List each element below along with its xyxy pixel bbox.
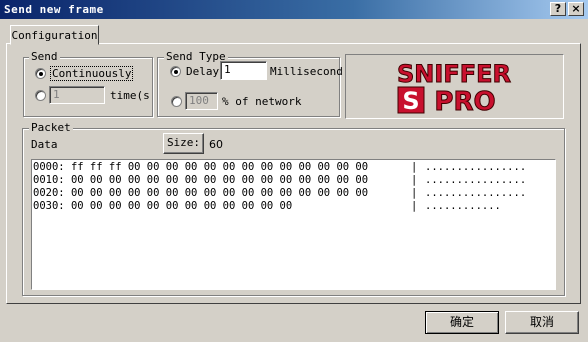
- size-button[interactable]: Size:: [163, 133, 204, 154]
- logo-line1: SNIFFER: [397, 60, 511, 88]
- hex-separator: |: [411, 161, 418, 173]
- help-button[interactable]: ?: [550, 2, 566, 16]
- window-title: Send new frame: [4, 3, 104, 16]
- hex-bytes: 00 00 00 00 00 00 00 00 00 00 00 00 00 0…: [70, 174, 369, 186]
- delay-label: Delay: [186, 65, 220, 78]
- logo-pro: PRO: [434, 87, 495, 117]
- delay-input[interactable]: 1: [220, 61, 267, 80]
- continuously-label[interactable]: Continuously: [50, 66, 134, 81]
- sniffer-pro-logo: SNIFFER S PRO: [345, 54, 564, 119]
- hex-bytes: 00 00 00 00 00 00 00 00 00 00 00 00 00 0…: [70, 187, 369, 199]
- delay-unit-label: Millisecond: [270, 65, 343, 78]
- logo-graphic: SNIFFER S PRO: [397, 60, 512, 118]
- percent-radio[interactable]: [171, 96, 182, 107]
- hex-row[interactable]: 0010: 00 00 00 00 00 00 00 00 00 00 00 0…: [32, 174, 555, 187]
- data-label: Data: [31, 138, 58, 151]
- packet-legend: Packet: [29, 121, 73, 134]
- hex-offset: 0000:: [33, 161, 65, 173]
- send-type-legend: Send Type: [164, 50, 228, 63]
- hex-offset: 0010:: [33, 174, 65, 186]
- hex-ascii: ................: [425, 161, 527, 173]
- times-radio[interactable]: [35, 90, 46, 101]
- delay-radio[interactable]: [170, 66, 181, 77]
- hex-offset: 0030:: [33, 200, 65, 212]
- hex-editor[interactable]: 0000: ff ff ff 00 00 00 00 00 00 00 00 0…: [31, 159, 556, 290]
- continuously-radio[interactable]: [35, 68, 46, 79]
- hex-ascii: ............: [425, 200, 501, 212]
- tab-configuration[interactable]: Configuration: [10, 25, 99, 45]
- ok-button[interactable]: 确定: [425, 311, 499, 334]
- hex-row[interactable]: 0030: 00 00 00 00 00 00 00 00 00 00 00 0…: [32, 200, 555, 213]
- hex-separator: |: [411, 200, 418, 212]
- times-label: time(s: [110, 89, 150, 102]
- percent-label: % of network: [222, 95, 302, 108]
- logo-s: S: [402, 87, 419, 115]
- hex-row[interactable]: 0020: 00 00 00 00 00 00 00 00 00 00 00 0…: [32, 187, 555, 200]
- hex-bytes: ff ff ff 00 00 00 00 00 00 00 00 00 00 0…: [70, 161, 369, 173]
- hex-separator: |: [411, 187, 418, 199]
- size-value: 60: [209, 138, 223, 151]
- percent-input[interactable]: 100: [185, 92, 218, 110]
- hex-ascii: ................: [425, 187, 527, 199]
- times-input[interactable]: 1: [49, 86, 105, 104]
- hex-separator: |: [411, 174, 418, 186]
- hex-ascii: ................: [425, 174, 527, 186]
- close-button[interactable]: ×: [568, 2, 584, 16]
- cancel-button[interactable]: 取消: [505, 311, 579, 334]
- hex-bytes: 00 00 00 00 00 00 00 00 00 00 00 00: [70, 200, 293, 212]
- send-legend: Send: [29, 50, 60, 63]
- hex-offset: 0020:: [33, 187, 65, 199]
- hex-row[interactable]: 0000: ff ff ff 00 00 00 00 00 00 00 00 0…: [32, 161, 555, 174]
